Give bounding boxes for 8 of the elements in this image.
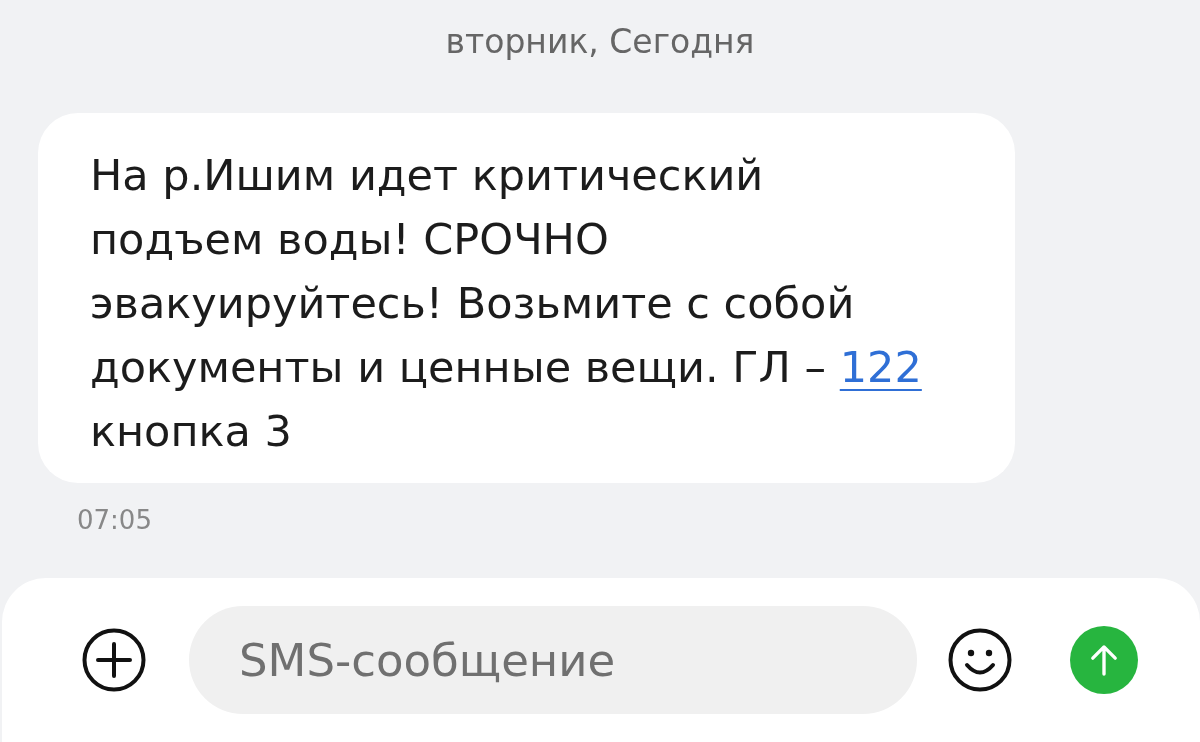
smiley-icon[interactable] [948,628,1012,692]
phone-link[interactable]: 122 [839,342,922,392]
message-input[interactable]: SMS-сообщение [189,606,917,714]
add-icon[interactable] [82,628,146,692]
arrow-up-icon [1090,644,1118,676]
message-text: На р.Ишим идет критический подъем воды! СРОЧНО эвакуируйтесь! Возьмите с собой документы и ценные вещи. ГЛ – 122 кнопка 3 [90,149,923,458]
date-header: вторник, Сегодня [445,22,755,62]
message-time: 07:05 [77,506,152,534]
